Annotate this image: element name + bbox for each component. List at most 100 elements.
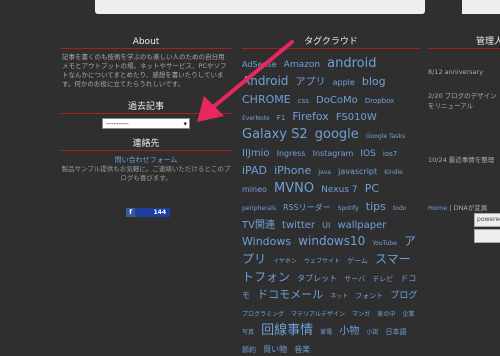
tag-link[interactable]: DoCoMo bbox=[316, 95, 358, 106]
tag-link[interactable]: iPhone bbox=[274, 164, 311, 177]
tag-link[interactable]: CHROME bbox=[242, 93, 291, 106]
tag-link[interactable]: twitter bbox=[282, 220, 315, 231]
tag-link[interactable]: Android bbox=[242, 74, 288, 88]
divider bbox=[242, 48, 420, 49]
facebook-icon: f bbox=[126, 208, 135, 217]
tag-cloud-title: タグクラウド bbox=[304, 37, 358, 47]
tag-link[interactable]: 小物 bbox=[339, 326, 359, 337]
tag-link[interactable]: todo bbox=[393, 205, 407, 212]
tag-link[interactable]: css bbox=[298, 97, 309, 105]
tag-link[interactable]: Nexus 7 bbox=[321, 185, 357, 195]
right-text-2: 2/20 ブログのデザインをリニューアル bbox=[428, 92, 497, 110]
tag-link[interactable]: IOS bbox=[360, 149, 375, 159]
tag-link[interactable]: Kindle bbox=[384, 169, 403, 176]
dna-text: DNAが変異 bbox=[453, 204, 488, 212]
divider bbox=[428, 48, 500, 49]
archive-title: 過去記事 bbox=[127, 102, 164, 112]
tag-link[interactable]: F1 bbox=[277, 114, 285, 123]
tag-link[interactable]: ios7 bbox=[383, 150, 397, 159]
right-text-3: 10/24 最近事情を整理 bbox=[428, 156, 495, 164]
tag-link[interactable]: タブレット bbox=[297, 274, 337, 283]
home-link[interactable]: Home bbox=[428, 204, 447, 212]
right-sidebar: 管理人 8/12 anniversary 2/20 ブログのデザインをリニューア… bbox=[428, 36, 500, 213]
tag-link[interactable]: フォント bbox=[355, 292, 383, 300]
tag-link[interactable]: google bbox=[315, 127, 359, 142]
tag-link[interactable]: Galaxy S2 bbox=[242, 127, 308, 142]
contact-text: 製品サンプル提供もお気軽に。ご連絡いただけるとこのブログも喜びます。 bbox=[61, 165, 231, 182]
tag-link[interactable]: android bbox=[327, 56, 376, 71]
right-text-1: 8/12 anniversary bbox=[428, 68, 484, 76]
tag-link[interactable]: ブログ bbox=[390, 291, 417, 301]
tag-link[interactable]: 写真 bbox=[242, 329, 254, 336]
tag-cloud: AdSense Amazon android Android アプリ apple… bbox=[242, 53, 420, 356]
tag-link[interactable]: ネット bbox=[330, 293, 348, 300]
tag-link[interactable]: FS010W bbox=[336, 112, 377, 123]
tag-link[interactable]: Ingress bbox=[277, 149, 306, 158]
tag-link[interactable]: YouTube bbox=[372, 240, 396, 248]
tag-link[interactable]: tips bbox=[366, 200, 386, 213]
tag-link[interactable]: javascript bbox=[338, 167, 377, 176]
tag-link[interactable]: EverNote bbox=[242, 115, 270, 123]
tag-link[interactable]: 小説 bbox=[366, 329, 378, 336]
tag-link[interactable]: Firefox bbox=[292, 110, 328, 123]
tag-link[interactable]: TV関連 bbox=[242, 220, 275, 231]
tag-link[interactable]: Java bbox=[318, 169, 331, 176]
contact-form-link[interactable]: 問い合わせフォーム bbox=[60, 155, 232, 165]
tag-link[interactable]: Google Tasks bbox=[366, 133, 405, 140]
tag-link[interactable]: 音楽 bbox=[294, 345, 310, 354]
tag-link[interactable]: マテリアルデザイン bbox=[291, 311, 345, 318]
top-panel bbox=[95, 0, 425, 14]
separator: | bbox=[449, 204, 452, 212]
tag-link[interactable]: 節約 bbox=[242, 346, 256, 354]
powered-badge[interactable]: powered bbox=[474, 213, 500, 227]
about-title: About bbox=[132, 37, 160, 47]
tag-link[interactable]: iPAD bbox=[242, 164, 267, 177]
tag-link[interactable]: イヤホン bbox=[273, 258, 297, 265]
tag-link[interactable]: 回線事情 bbox=[261, 323, 313, 338]
tag-link[interactable]: windows10 bbox=[298, 234, 365, 248]
tag-link[interactable]: PC bbox=[365, 182, 379, 195]
contact-title: 連絡先 bbox=[132, 139, 160, 149]
tag-link[interactable]: テレビ bbox=[372, 275, 393, 283]
facebook-like-counter[interactable]: f 144 bbox=[126, 208, 170, 217]
right-button[interactable] bbox=[474, 229, 500, 243]
tag-link[interactable]: Instagram bbox=[313, 149, 354, 158]
archive-select-value: --------- bbox=[106, 120, 129, 128]
tag-link[interactable]: peripherals bbox=[242, 205, 276, 212]
tag-link[interactable]: プログラミング bbox=[242, 311, 284, 318]
divider bbox=[60, 150, 232, 151]
tag-link[interactable]: アプリ bbox=[296, 77, 326, 88]
tag-link[interactable]: blog bbox=[362, 75, 386, 88]
tag-link[interactable]: Spotify bbox=[338, 205, 359, 212]
tag-link[interactable]: 買い物 bbox=[263, 345, 287, 354]
tag-cloud-widget: タグクラウド AdSense Amazon android Android アプ… bbox=[242, 36, 420, 356]
tag-link[interactable]: Dropbox bbox=[365, 97, 395, 105]
tag-link[interactable]: ドコモメール bbox=[257, 288, 323, 301]
like-count: 144 bbox=[153, 209, 166, 216]
tag-link[interactable]: ウェブサイト bbox=[304, 258, 340, 265]
tag-link[interactable]: IIJmio bbox=[242, 148, 270, 159]
chevron-down-icon: ▾ bbox=[183, 120, 187, 128]
tag-link[interactable]: 企業 bbox=[402, 311, 414, 318]
tag-link[interactable]: Windows bbox=[242, 235, 291, 248]
tag-link[interactable]: UI bbox=[322, 221, 330, 230]
tag-link[interactable]: 日本語 bbox=[386, 328, 407, 336]
tag-link[interactable]: wallpaper bbox=[337, 220, 386, 231]
top-bar bbox=[0, 0, 500, 22]
divider bbox=[60, 113, 232, 114]
tag-link[interactable]: AdSense bbox=[242, 60, 277, 69]
tag-link[interactable]: 家電 bbox=[320, 329, 332, 336]
tag-link[interactable]: マンガ bbox=[352, 311, 370, 318]
tag-link[interactable]: MVNO bbox=[274, 181, 314, 196]
tag-link[interactable]: RSSリーダー bbox=[283, 203, 331, 212]
admin-title: 管理人 bbox=[476, 37, 500, 47]
tag-link[interactable]: 家の中 bbox=[377, 311, 395, 318]
archive-select[interactable]: --------- ▾ bbox=[102, 118, 190, 129]
about-text: 記事を書くのも技術を学ぶのも楽しい人のための自分用メモとアウトプットの場。ネット… bbox=[62, 53, 227, 88]
tag-link[interactable]: mineo bbox=[242, 185, 267, 194]
tag-link[interactable]: サーバ bbox=[344, 275, 365, 283]
tag-link[interactable]: apple bbox=[333, 78, 355, 87]
divider bbox=[60, 48, 232, 49]
tag-link[interactable]: ゲーム bbox=[347, 257, 368, 265]
tag-link[interactable]: Amazon bbox=[284, 60, 320, 70]
